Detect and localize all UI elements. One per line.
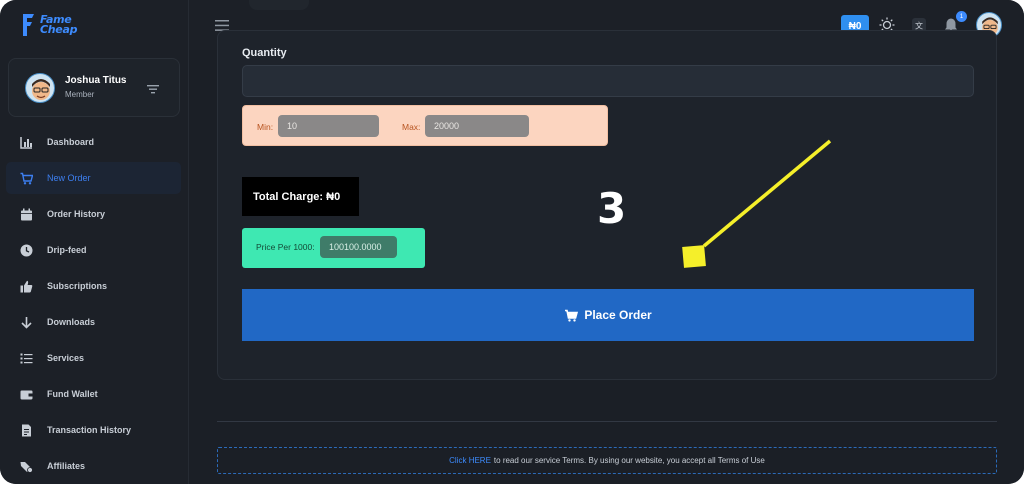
sidebar: Fame Cheap Joshua Titus Member Dashboard…	[0, 0, 189, 484]
max-label: Max:	[402, 122, 421, 132]
logo-icon	[23, 14, 34, 36]
quantity-input[interactable]	[242, 65, 974, 97]
quantity-label: Quantity	[242, 47, 287, 59]
sidebar-item-dashboard[interactable]: Dashboard	[6, 126, 181, 158]
price-label: Price Per 1000:	[256, 242, 315, 252]
sidebar-item-label: Fund Wallet	[47, 389, 98, 399]
footer-divider	[217, 421, 997, 422]
sidebar-item-label: Order History	[47, 209, 106, 219]
avatar-face-icon	[32, 79, 50, 100]
sidebar-item-order-history[interactable]: Order History	[6, 198, 181, 230]
sidebar-item-subscriptions[interactable]: Subscriptions	[6, 270, 181, 302]
sidebar-item-new-order[interactable]: New Order	[6, 162, 181, 194]
clock-icon	[20, 244, 33, 256]
sidebar-item-label: New Order	[47, 173, 91, 183]
terms-text: to read our service Terms. By using our …	[493, 456, 765, 465]
pointer-arrow-icon	[682, 139, 832, 268]
min-field: 10	[278, 115, 379, 137]
affiliate-icon	[20, 461, 33, 473]
avatar[interactable]	[25, 73, 55, 103]
brand-line2: Cheap	[40, 23, 78, 36]
terms-link[interactable]: Click HERE	[449, 456, 491, 465]
max-field: 20000	[425, 115, 529, 137]
total-charge: Total Charge: ₦0	[242, 177, 359, 216]
sidebar-item-label: Affiliates	[47, 461, 86, 471]
sidebar-item-transaction-history[interactable]: Transaction History	[6, 414, 181, 446]
price-per-1000-box: Price Per 1000: 100100.0000	[242, 228, 425, 268]
arrow-down-icon	[21, 316, 32, 329]
sidebar-nav: Dashboard New Order Order History Drip-f…	[6, 126, 181, 484]
brand-name: Fame Cheap	[40, 14, 78, 36]
sidebar-item-downloads[interactable]: Downloads	[6, 306, 181, 338]
app-window: Fame Cheap Joshua Titus Member Dashboard…	[0, 0, 1024, 484]
cart-icon	[20, 172, 33, 184]
sidebar-item-services[interactable]: Services	[6, 342, 181, 374]
sidebar-item-label: Dashboard	[47, 137, 95, 147]
notification-badge: 1	[956, 11, 967, 22]
thumbs-up-icon	[20, 280, 33, 292]
filter-icon[interactable]	[146, 83, 160, 95]
sidebar-item-fund-wallet[interactable]: Fund Wallet	[6, 378, 181, 410]
sidebar-item-affiliates[interactable]: Affiliates	[6, 450, 181, 482]
profile-role: Member	[65, 90, 95, 99]
place-order-label: Place Order	[584, 308, 652, 322]
page-heading-faded	[249, 0, 309, 10]
profile-name: Joshua Titus	[65, 75, 127, 86]
min-label: Min:	[257, 122, 274, 132]
profile-card: Joshua Titus Member	[8, 58, 180, 117]
sidebar-item-label: Services	[47, 353, 85, 363]
document-icon	[22, 424, 31, 436]
list-icon	[20, 353, 33, 363]
price-field: 100100.0000	[320, 236, 397, 258]
chart-icon	[20, 136, 32, 149]
cart-icon	[565, 309, 579, 322]
main-content: Quantity Min: 10 Max: 20000 Total Charge…	[189, 30, 1024, 484]
sidebar-item-label: Downloads	[47, 317, 96, 327]
sidebar-item-label: Drip-feed	[47, 245, 87, 255]
wallet-icon	[20, 390, 33, 399]
calendar-icon	[21, 208, 32, 220]
svg-text:文: 文	[915, 21, 923, 31]
step-number: 3	[597, 184, 627, 233]
brand-logo[interactable]: Fame Cheap	[20, 12, 77, 38]
sidebar-item-label: Transaction History	[47, 425, 132, 435]
terms-notice: Click HERE to read our service Terms. By…	[217, 447, 997, 474]
sidebar-item-label: Subscriptions	[47, 281, 108, 291]
sidebar-item-drip-feed[interactable]: Drip-feed	[6, 234, 181, 266]
min-max-box: Min: 10 Max: 20000	[242, 105, 608, 146]
place-order-button[interactable]: Place Order	[242, 289, 974, 341]
